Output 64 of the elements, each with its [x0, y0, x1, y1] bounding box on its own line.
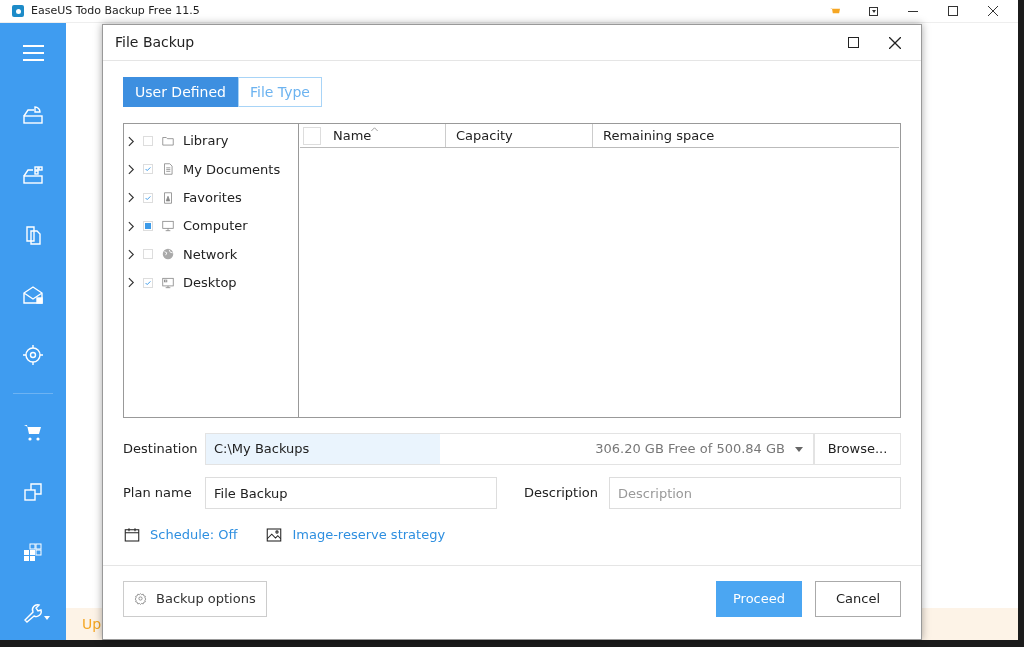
tree-item-label[interactable]: Network	[183, 244, 238, 265]
clone-icon[interactable]	[21, 480, 45, 504]
document-icon	[161, 162, 175, 177]
tree-item-label[interactable]: My Documents	[183, 159, 281, 180]
chevron-icon[interactable]	[128, 277, 135, 289]
column-header[interactable]: Remaining space	[603, 125, 715, 146]
tree-item-label[interactable]: Desktop	[183, 272, 237, 293]
sort-caret-icon	[371, 127, 379, 131]
close-icon[interactable]	[889, 36, 901, 49]
drive-icon[interactable]	[21, 103, 45, 127]
update-text: Up	[82, 614, 102, 634]
field-label: Destination	[123, 440, 199, 459]
tree-checkbox[interactable]	[143, 221, 153, 232]
tree-checkbox[interactable]	[143, 277, 153, 288]
tree-checkbox[interactable]	[143, 164, 153, 175]
maximize-icon[interactable]	[948, 6, 958, 16]
desktop-icon	[161, 275, 175, 290]
maximize-icon[interactable]	[848, 37, 859, 48]
app-logo-icon	[12, 5, 24, 17]
tree-item-label[interactable]: Computer	[183, 216, 248, 236]
chevron-icon[interactable]	[128, 135, 135, 147]
chevron-icon[interactable]	[128, 163, 135, 175]
folder-icon	[161, 134, 175, 149]
field-label: Plan name	[123, 484, 193, 503]
window-title: EaseUS Todo Backup Free 11.5	[31, 2, 200, 19]
close-icon[interactable]	[988, 6, 998, 16]
column-header[interactable]: Capacity	[456, 125, 513, 146]
link[interactable]: Image-reserve strategy	[292, 525, 446, 545]
select-all-checkbox[interactable]	[303, 126, 321, 145]
cart-icon[interactable]	[830, 6, 841, 16]
destination-dropdown[interactable]: C:\My Backups 306.20 GB Free of 500.84 GB	[205, 433, 814, 465]
destination-path: C:\My Backups	[213, 440, 310, 459]
backup-options-button[interactable]: Backup options	[123, 580, 267, 617]
calendar-icon	[123, 525, 141, 544]
tree-checkbox[interactable]	[143, 249, 153, 260]
tree-item-label[interactable]: Library	[183, 131, 229, 151]
globe-icon	[161, 247, 175, 262]
description-field[interactable]: Description	[609, 477, 901, 509]
minimize-icon[interactable]	[908, 10, 918, 12]
dropdown-icon[interactable]	[869, 6, 878, 16]
gear-icon	[134, 592, 147, 605]
tiles-icon[interactable]	[21, 540, 45, 564]
menu-icon[interactable]	[22, 45, 44, 61]
monitor-icon	[161, 219, 175, 234]
favorites-icon	[161, 190, 175, 205]
tree-checkbox[interactable]	[143, 192, 153, 203]
free-space-text: 306.20 GB Free of 500.84 GB	[595, 440, 785, 459]
tree-checkbox[interactable]	[143, 136, 153, 147]
link[interactable]: Schedule: Off	[150, 525, 238, 545]
chevron-icon[interactable]	[128, 192, 135, 204]
target-icon[interactable]	[21, 343, 45, 367]
dialog-title: File Backup	[115, 33, 195, 52]
plan-name-field[interactable]: File Backup	[205, 477, 497, 509]
chevron-icon[interactable]	[128, 248, 135, 260]
field-label: Description	[523, 484, 598, 503]
image-icon	[265, 525, 284, 544]
column-header[interactable]: Name	[333, 125, 372, 146]
cancel-button[interactable]: Cancel	[815, 580, 901, 617]
mail-lock-icon[interactable]	[21, 283, 45, 307]
browse-button[interactable]: Browse...	[814, 433, 901, 465]
chevron-icon[interactable]	[128, 220, 135, 232]
tree-item-label[interactable]: Favorites	[183, 188, 242, 208]
caret-icon	[795, 446, 803, 452]
drive-icon[interactable]	[21, 163, 45, 187]
